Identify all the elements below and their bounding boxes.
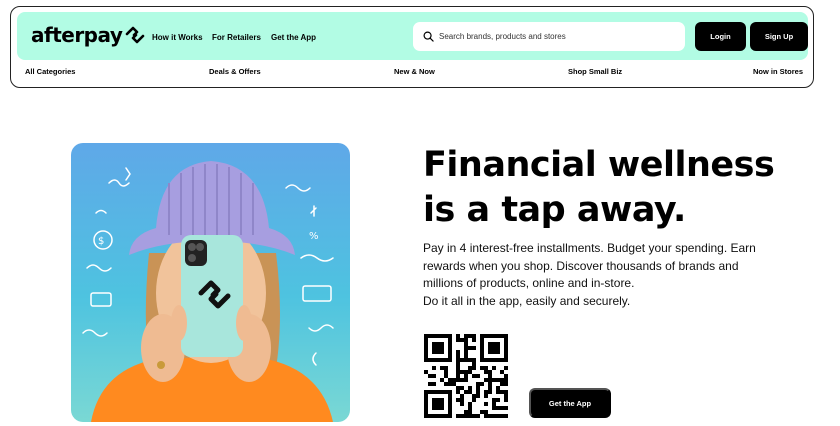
- hero-image: $ %: [71, 143, 350, 422]
- category-new-now[interactable]: New & Now: [394, 67, 435, 76]
- site-header: afterpay How it Works For Retailers Get …: [10, 6, 814, 88]
- afterpay-logo-icon: [126, 26, 145, 44]
- description-line-3: millions of products, online and in-stor…: [423, 276, 635, 290]
- nav-how-it-works[interactable]: How it Works: [152, 33, 203, 42]
- afterpay-logo[interactable]: afterpay: [31, 23, 146, 47]
- app-download-qr-code: [424, 334, 508, 418]
- svg-text:%: %: [309, 231, 319, 242]
- nav-get-the-app[interactable]: Get the App: [271, 33, 316, 42]
- search-icon: [423, 31, 434, 42]
- headline-line-1: Financial wellness: [423, 145, 775, 185]
- headline-line-2: is a tap away.: [423, 190, 686, 230]
- category-now-in-stores[interactable]: Now in Stores: [753, 67, 803, 76]
- login-button[interactable]: Login: [695, 22, 746, 51]
- search-box[interactable]: [413, 22, 685, 51]
- category-deals-offers[interactable]: Deals & Offers: [209, 67, 261, 76]
- nav-for-retailers[interactable]: For Retailers: [212, 33, 261, 42]
- category-all[interactable]: All Categories: [25, 67, 75, 76]
- woman-holding-phone-illustration: $ %: [82, 161, 334, 422]
- search-input[interactable]: [439, 32, 669, 41]
- logo-text: afterpay: [31, 23, 123, 47]
- hero-headline: Financial wellness is a tap away.: [423, 143, 803, 233]
- hero-description: Pay in 4 interest-free installments. Bud…: [423, 240, 763, 310]
- description-line-1: Pay in 4 interest-free installments. Bud…: [423, 241, 756, 255]
- top-nav-bar: afterpay How it Works For Retailers Get …: [17, 12, 808, 60]
- description-line-2: rewards when you shop. Discover thousand…: [423, 258, 739, 273]
- description-line-4: Do it all in the app, easily and securel…: [423, 293, 631, 308]
- svg-text:$: $: [98, 236, 104, 247]
- signup-button[interactable]: Sign Up: [750, 22, 808, 51]
- get-the-app-button[interactable]: Get the App: [529, 388, 611, 418]
- category-shop-small-biz[interactable]: Shop Small Biz: [568, 67, 622, 76]
